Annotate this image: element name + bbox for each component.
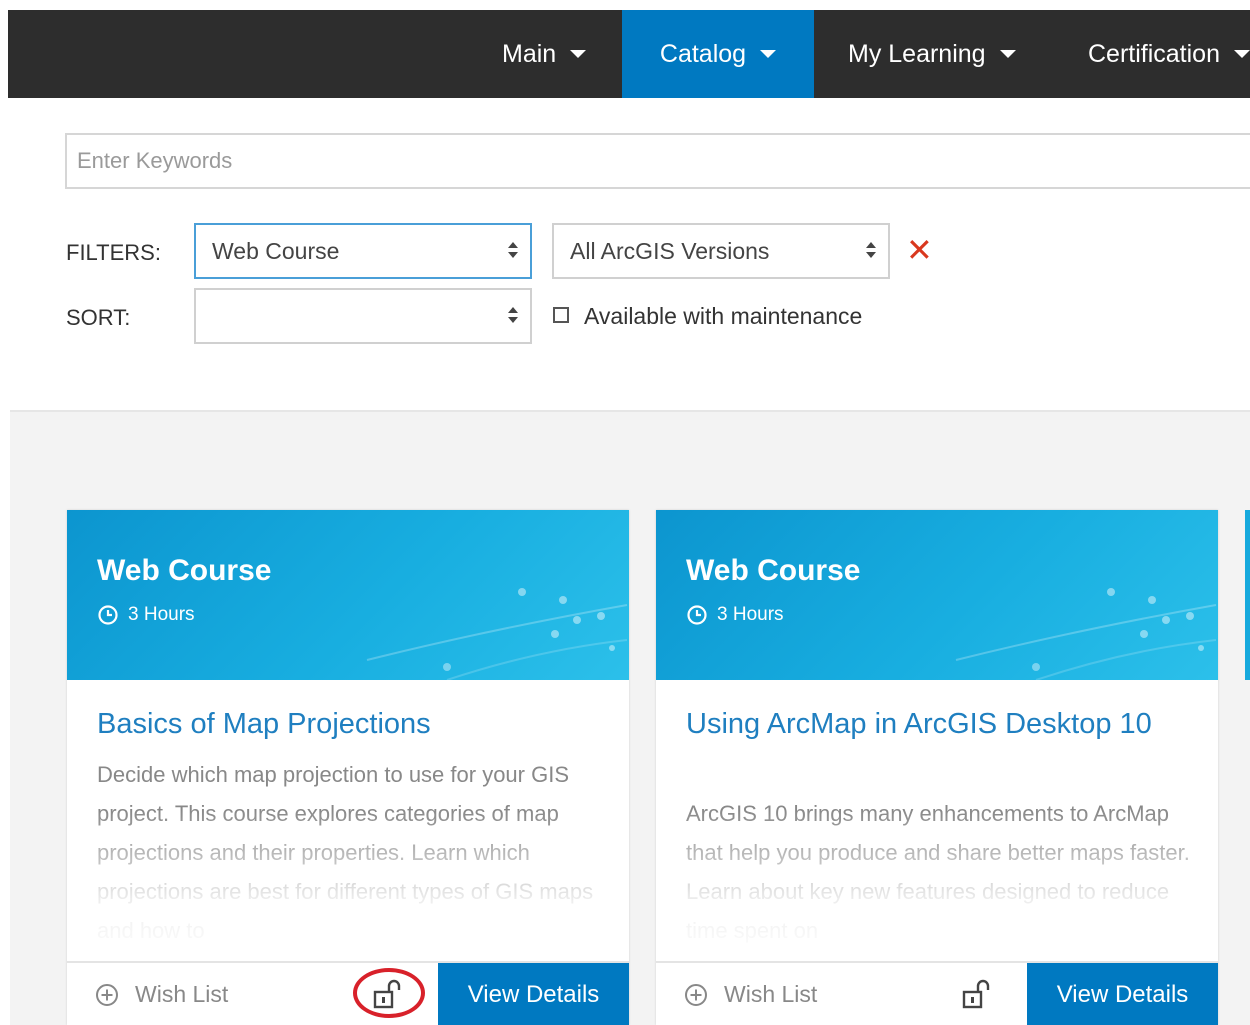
arcgis-version-select[interactable]: All ArcGIS Versions — [552, 223, 890, 279]
course-description: ArcGIS 10 brings many enhancements to Ar… — [686, 801, 1190, 943]
nav-catalog[interactable]: Catalog — [622, 10, 814, 98]
course-description: Decide which map projection to use for y… — [97, 762, 594, 943]
clock-icon — [98, 605, 118, 625]
network-pattern-graphic — [366, 588, 628, 680]
card-duration: 3 Hours — [686, 604, 784, 626]
course-card: Web Course 3 Hours Basics of Map Project… — [67, 510, 629, 1025]
select-arrows-icon — [866, 242, 876, 262]
clear-filters-icon[interactable]: ✕ — [906, 234, 933, 266]
course-card: Web Course 3 Hours Using ArcMap in ArcGI… — [656, 510, 1218, 1025]
arcgis-version-value: All ArcGIS Versions — [570, 237, 770, 264]
keyword-search-input[interactable] — [65, 133, 1250, 189]
nav-main[interactable]: Main — [502, 10, 587, 98]
card-footer: Wish List View Details — [67, 961, 629, 1025]
nav-catalog-label: Catalog — [659, 39, 747, 68]
sort-select[interactable] — [194, 288, 532, 344]
nav-main-label: Main — [502, 39, 557, 68]
card-duration-text: 3 Hours — [717, 604, 784, 625]
clock-icon — [687, 605, 707, 625]
nav-my-learning-label: My Learning — [848, 39, 986, 68]
card-footer: Wish List View Details — [656, 961, 1218, 1025]
view-details-button[interactable]: View Details — [438, 963, 629, 1025]
card-duration-text: 3 Hours — [128, 604, 195, 625]
nav-certification-label: Certification — [1088, 39, 1220, 68]
nav-certification[interactable]: Certification — [1088, 10, 1250, 98]
annotation-highlight-circle — [353, 968, 425, 1018]
select-arrows-icon — [508, 242, 518, 262]
wish-list-label: Wish List — [135, 981, 229, 1007]
wish-list-label: Wish List — [724, 981, 818, 1007]
maintenance-checkbox[interactable] — [553, 307, 569, 323]
chevron-down-icon — [760, 50, 777, 58]
wish-list-button[interactable]: Wish List — [684, 981, 817, 1008]
select-arrows-icon — [508, 307, 518, 327]
maintenance-label[interactable]: Available with maintenance — [584, 303, 862, 330]
course-title-link[interactable]: Basics of Map Projections — [97, 705, 597, 743]
network-pattern-graphic — [955, 588, 1217, 680]
chevron-down-icon — [1234, 50, 1250, 58]
unlocked-padlock-icon[interactable] — [961, 979, 995, 1011]
nav-my-learning[interactable]: My Learning — [848, 10, 1016, 98]
filters-label: FILTERS: — [66, 240, 161, 265]
plus-circle-icon — [96, 983, 118, 1006]
plus-circle-icon — [685, 983, 707, 1006]
top-navigation-bar: Main Catalog My Learning Certification — [8, 10, 1250, 98]
card-header: Web Course 3 Hours — [656, 510, 1218, 680]
course-type-value: Web Course — [212, 237, 340, 264]
card-duration: 3 Hours — [97, 604, 195, 626]
card-course-type: Web Course — [686, 554, 861, 587]
wish-list-button[interactable]: Wish List — [95, 981, 228, 1008]
card-header: Web Course 3 Hours — [67, 510, 629, 680]
chevron-down-icon — [570, 50, 587, 58]
next-card-edge — [1245, 510, 1250, 680]
window-top-edge — [0, 0, 1250, 10]
course-type-select[interactable]: Web Course — [194, 223, 532, 279]
chevron-down-icon — [999, 50, 1016, 58]
course-title-link[interactable]: Using ArcMap in ArcGIS Desktop 10 — [686, 705, 1186, 743]
view-details-button[interactable]: View Details — [1027, 963, 1218, 1025]
sort-label: SORT: — [66, 305, 131, 330]
card-course-type: Web Course — [97, 554, 272, 587]
